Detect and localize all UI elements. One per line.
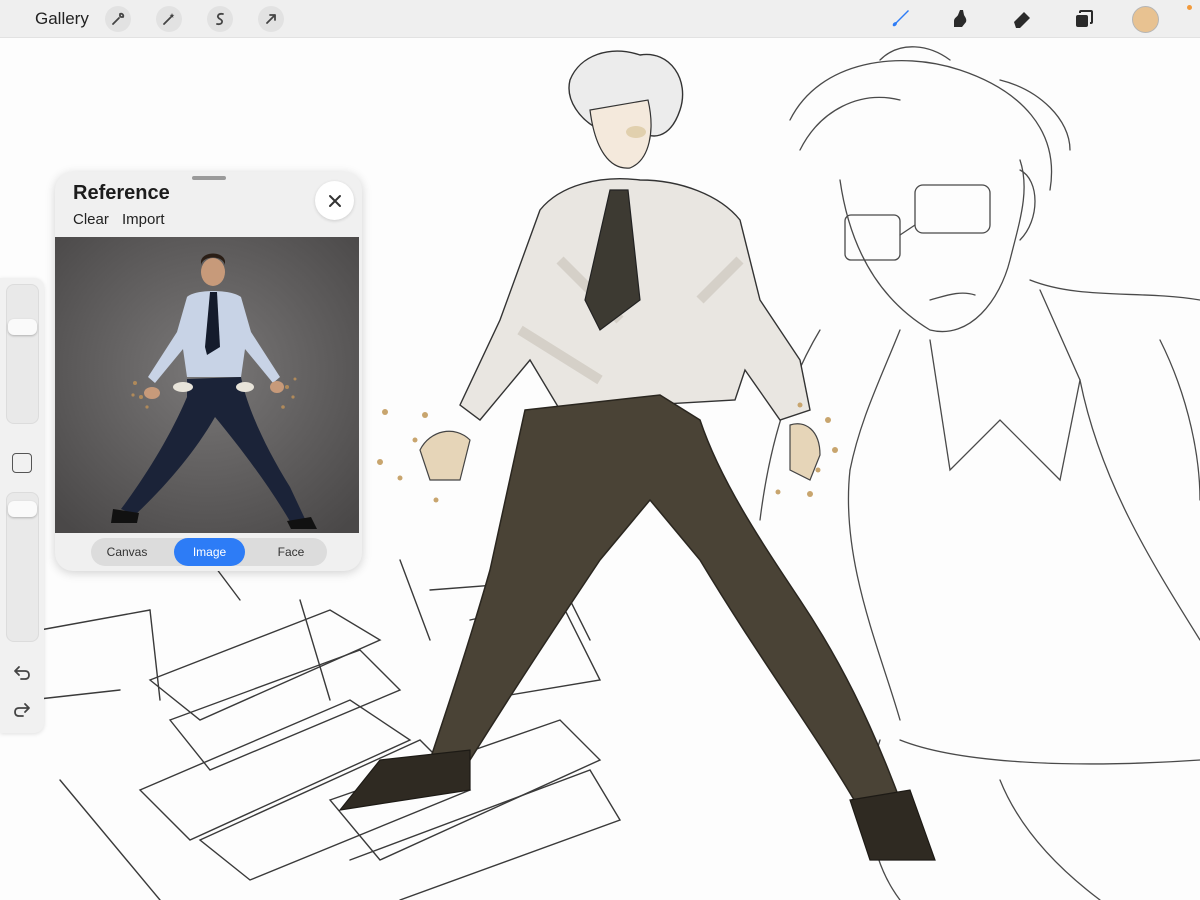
reference-mode-tabs: Canvas Image Face [91, 538, 327, 566]
layers-button[interactable] [1070, 5, 1098, 33]
color-picker-button[interactable] [1132, 6, 1159, 33]
left-sidebar [0, 278, 44, 733]
status-dot [1187, 5, 1192, 10]
brush-tool-button[interactable] [886, 5, 914, 33]
modify-button[interactable] [12, 453, 32, 473]
undo-button[interactable] [10, 662, 34, 684]
smudge-icon [954, 10, 967, 27]
actions-button[interactable] [105, 6, 131, 32]
clear-button[interactable]: Clear [73, 211, 109, 228]
redo-button[interactable] [10, 699, 34, 721]
procreate-app: Gallery Reference Clear Import Canvas Im… [0, 0, 1200, 900]
selection-s-icon [216, 12, 224, 26]
adjustments-button[interactable] [156, 6, 182, 32]
magic-wand-icon [163, 13, 175, 25]
smudge-tool-button[interactable] [946, 5, 974, 33]
opacity-slider[interactable] [6, 492, 39, 642]
close-icon [328, 194, 341, 207]
reference-drag-handle[interactable] [192, 176, 226, 180]
undo-icon [14, 666, 30, 680]
top-toolbar: Gallery [0, 0, 1200, 38]
gallery-button[interactable]: Gallery [35, 9, 89, 29]
eraser-icon [1014, 12, 1030, 28]
close-reference-button[interactable] [315, 181, 354, 220]
redo-icon [14, 703, 30, 717]
reference-title: Reference [73, 182, 170, 204]
brush-size-slider[interactable] [6, 284, 39, 424]
tab-image[interactable]: Image [174, 538, 245, 566]
transform-button[interactable] [258, 6, 284, 32]
brush-size-thumb[interactable] [8, 318, 37, 335]
tab-canvas[interactable]: Canvas [91, 538, 163, 566]
arrow-cursor-icon [266, 14, 276, 24]
opacity-thumb[interactable] [8, 500, 37, 517]
reference-photo [55, 237, 359, 533]
tab-face[interactable]: Face [255, 538, 327, 566]
reference-panel: Reference Clear Import Canvas Image Face [55, 172, 362, 571]
wrench-icon [112, 12, 125, 25]
eraser-tool-button[interactable] [1008, 5, 1036, 33]
selection-button[interactable] [207, 6, 233, 32]
import-button[interactable]: Import [122, 211, 165, 228]
brush-icon [892, 10, 909, 27]
layers-icon [1076, 10, 1093, 27]
